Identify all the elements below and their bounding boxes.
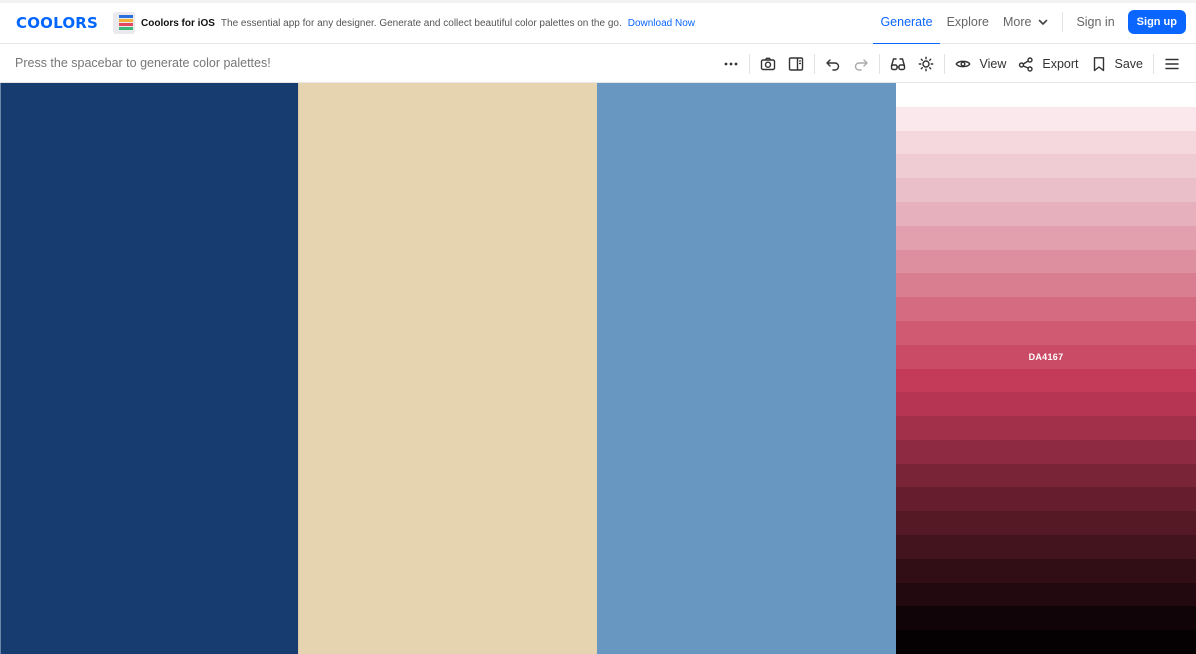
- toolbar-divider: [944, 53, 946, 74]
- shade-swatch[interactable]: [896, 606, 1196, 630]
- shade-swatch[interactable]: [896, 487, 1196, 511]
- shade-swatch[interactable]: [896, 202, 1196, 226]
- adjust-palette-button[interactable]: [912, 44, 940, 83]
- shade-swatch[interactable]: [896, 154, 1196, 178]
- sign-up-button[interactable]: Sign up: [1127, 10, 1186, 34]
- color-palette: DA4167: [0, 83, 1196, 654]
- nav-explore[interactable]: Explore: [940, 0, 996, 44]
- undo-button[interactable]: [819, 44, 847, 83]
- shade-swatch[interactable]: [896, 226, 1196, 250]
- selected-shade-hex-label: DA4167: [1028, 352, 1064, 362]
- main-menu-button[interactable]: [1158, 44, 1186, 83]
- shade-swatch[interactable]: [896, 392, 1196, 416]
- spacebar-hint: Press the spacebar to generate color pal…: [15, 56, 271, 70]
- nav-explore-label: Explore: [946, 15, 989, 29]
- sun-icon: [918, 56, 934, 72]
- palette-toolbar: Press the spacebar to generate color pal…: [0, 44, 1196, 83]
- sign-in-link[interactable]: Sign in: [1069, 0, 1121, 44]
- toolbar-divider: [879, 53, 881, 74]
- nav-right: Generate Explore More Sign in Sign up: [873, 0, 1196, 45]
- more-options-button[interactable]: [717, 44, 745, 83]
- shade-swatch[interactable]: [896, 321, 1196, 345]
- coolors-logo[interactable]: COOLORS: [16, 14, 98, 32]
- shade-swatch[interactable]: [896, 250, 1196, 273]
- nav-generate[interactable]: Generate: [873, 0, 940, 45]
- undo-icon: [825, 56, 841, 72]
- screenshot-button[interactable]: [754, 44, 782, 83]
- promo-title: Coolors for iOS: [141, 17, 215, 29]
- redo-button[interactable]: [847, 44, 875, 83]
- color-column-2[interactable]: [298, 83, 597, 654]
- shade-swatch[interactable]: DA4167: [896, 345, 1196, 369]
- shade-swatch[interactable]: [896, 583, 1196, 606]
- ios-promo-banner: Coolors for iOS The essential app for an…: [113, 12, 695, 34]
- side-panel-button[interactable]: [782, 44, 810, 83]
- shade-swatch[interactable]: [896, 464, 1196, 487]
- shade-swatch[interactable]: [896, 178, 1196, 202]
- more-horizontal-icon: [723, 56, 739, 72]
- shade-swatch[interactable]: [896, 297, 1196, 321]
- hamburger-menu-icon: [1164, 56, 1180, 72]
- toolbar-actions: View Export Save: [717, 44, 1186, 83]
- shade-swatch[interactable]: [896, 535, 1196, 559]
- top-nav: COOLORS Coolors for iOS The essential ap…: [0, 0, 1196, 45]
- download-now-link[interactable]: Download Now: [628, 18, 695, 29]
- eye-icon: [955, 56, 971, 72]
- shade-swatch[interactable]: [896, 273, 1196, 297]
- view-button[interactable]: View: [949, 44, 1012, 83]
- shade-swatch[interactable]: [896, 131, 1196, 154]
- shade-swatch[interactable]: [896, 630, 1196, 654]
- chevron-down-icon: [1037, 16, 1049, 28]
- export-label: Export: [1042, 56, 1079, 71]
- shade-swatch[interactable]: [896, 369, 1196, 392]
- nav-divider: [1062, 12, 1064, 32]
- toolbar-divider: [814, 53, 816, 74]
- save-label: Save: [1114, 56, 1144, 71]
- nav-more[interactable]: More: [996, 0, 1056, 44]
- redo-icon: [853, 56, 869, 72]
- bookmark-icon: [1091, 56, 1107, 72]
- sidebar-panel-icon: [788, 56, 804, 72]
- shade-swatch[interactable]: [896, 440, 1196, 464]
- promo-text: The essential app for any designer. Gene…: [220, 17, 622, 29]
- shade-swatch[interactable]: [896, 511, 1196, 535]
- shades-picker: DA4167: [896, 83, 1196, 654]
- glasses-icon: [890, 56, 906, 72]
- nav-more-label: More: [1002, 15, 1032, 29]
- shade-swatch[interactable]: [896, 107, 1196, 131]
- shade-swatch[interactable]: [896, 83, 1196, 107]
- color-column-3[interactable]: [597, 83, 896, 654]
- color-column-1[interactable]: [0, 83, 298, 654]
- shade-swatch[interactable]: [896, 416, 1196, 440]
- shade-swatch[interactable]: [896, 559, 1196, 583]
- ios-app-icon: [113, 12, 135, 34]
- toolbar-divider: [749, 53, 751, 74]
- view-label: View: [979, 56, 1007, 71]
- export-button[interactable]: Export: [1012, 44, 1084, 83]
- toolbar-divider: [1153, 53, 1154, 74]
- share-icon: [1018, 56, 1034, 72]
- camera-icon: [760, 56, 776, 72]
- save-button[interactable]: Save: [1085, 44, 1150, 83]
- visual-preview-button[interactable]: [884, 44, 912, 83]
